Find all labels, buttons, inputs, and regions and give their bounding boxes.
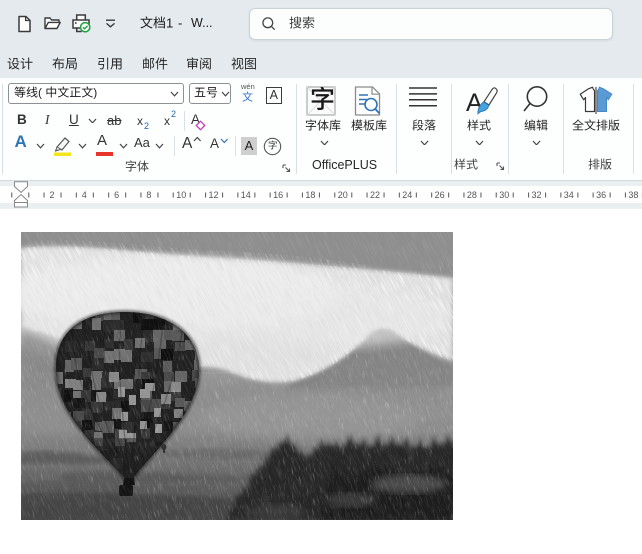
svg-text:32: 32: [531, 190, 541, 200]
svg-text:24: 24: [402, 190, 412, 200]
svg-text:30: 30: [499, 190, 509, 200]
svg-text:W...: W...: [191, 16, 213, 30]
svg-text:): ): [93, 85, 97, 99]
svg-text:12: 12: [208, 190, 218, 200]
svg-text:4: 4: [82, 190, 87, 200]
svg-text:1: 1: [166, 15, 173, 30]
svg-text:10: 10: [176, 190, 186, 200]
svg-text:16: 16: [273, 190, 283, 200]
svg-text:8: 8: [146, 190, 151, 200]
svg-text:36: 36: [596, 190, 606, 200]
svg-text:-: -: [178, 15, 182, 30]
svg-text:28: 28: [467, 190, 477, 200]
svg-text:6: 6: [114, 190, 119, 200]
svg-text:38: 38: [628, 190, 638, 200]
svg-text:wén: wén: [240, 82, 255, 91]
svg-text:18: 18: [305, 190, 315, 200]
svg-text:2: 2: [49, 190, 54, 200]
svg-text:20: 20: [338, 190, 348, 200]
svg-text:14: 14: [241, 190, 251, 200]
svg-text:34: 34: [564, 190, 574, 200]
svg-text:OfficePLUS: OfficePLUS: [312, 158, 377, 172]
svg-text:22: 22: [370, 190, 380, 200]
svg-text:26: 26: [435, 190, 445, 200]
svg-text:(: (: [38, 85, 42, 99]
